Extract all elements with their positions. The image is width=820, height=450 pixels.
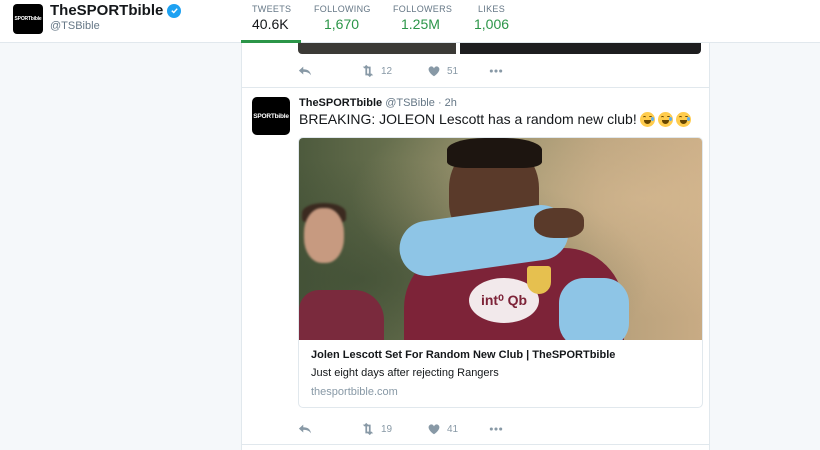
tweet-author-handle[interactable]: @TSBible (385, 97, 435, 109)
tweet-avatar[interactable]: SPORTbible (252, 97, 290, 135)
retweet-count: 19 (381, 423, 393, 435)
more-dots-icon (489, 427, 503, 431)
retweet-button[interactable]: 19 (361, 422, 427, 436)
profile-name[interactable]: TheSPORTbible (50, 2, 163, 19)
profile-name-row: TheSPORTbible (50, 2, 182, 19)
stat-label: TWEETS (252, 4, 292, 14)
tweet-header: TheSPORTbible @TSBible · 2h (299, 97, 457, 109)
joy-emoji-icon (657, 111, 673, 127)
profile-nav: SPORTbible TheSPORTbible @TSBible TWEETS… (0, 0, 820, 43)
reply-icon (298, 66, 312, 76)
stat-value: 1,670 (324, 16, 360, 32)
heart-icon (428, 66, 440, 77)
retweet-button[interactable]: 12 (361, 64, 427, 78)
like-count: 41 (447, 423, 459, 435)
reply-button[interactable] (298, 64, 361, 78)
tweet-author-name[interactable]: TheSPORTbible (299, 97, 382, 109)
stat-label: LIKES (478, 4, 506, 14)
avatar-logo-text: SPORTbible (253, 112, 289, 120)
tweet-divider (242, 444, 709, 445)
link-card[interactable]: int⁰ Qb Jolen Lescott Set For Random New… (298, 137, 703, 408)
like-button[interactable]: 51 (427, 64, 489, 78)
retweet-icon (362, 64, 374, 78)
avatar-logo-text: SPORTbible (14, 16, 42, 22)
club-crest (527, 266, 551, 294)
stat-value: 40.6K (252, 16, 289, 32)
more-button[interactable] (489, 64, 503, 78)
card-description: Just eight days after rejecting Rangers (311, 367, 499, 379)
like-button[interactable]: 41 (427, 422, 489, 436)
media-image[interactable] (460, 43, 701, 54)
stat-value: 1,006 (474, 16, 510, 32)
retweet-icon (362, 422, 374, 436)
joy-emoji-icon (639, 111, 655, 127)
stat-followers[interactable]: FOLLOWERS 1.25M (393, 4, 452, 32)
reply-button[interactable] (298, 422, 361, 436)
retweet-count: 12 (381, 65, 393, 77)
profile-handle: @TSBible (50, 20, 100, 32)
stat-label: FOLLOWERS (393, 4, 453, 14)
previous-tweet-actions: 12 51 (298, 64, 503, 78)
stat-likes[interactable]: LIKES 1,006 (474, 4, 509, 32)
timeline: 12 51 SPORTbible TheSPORTbible @TSBible … (241, 43, 710, 450)
tweet-actions: 19 41 (298, 422, 503, 436)
heart-icon (428, 424, 440, 435)
stat-value: 1.25M (401, 16, 440, 32)
like-count: 51 (447, 65, 459, 77)
tweet-timestamp[interactable]: · 2h (438, 97, 457, 109)
stat-following[interactable]: FOLLOWING 1,670 (314, 4, 371, 32)
tweet-divider (242, 87, 709, 88)
card-url[interactable]: thesportbible.com (311, 386, 398, 398)
card-image[interactable]: int⁰ Qb (299, 138, 702, 340)
verified-badge-icon (167, 3, 182, 18)
more-button[interactable] (489, 422, 503, 436)
profile-avatar[interactable]: SPORTbible (13, 4, 43, 34)
stat-tweets[interactable]: TWEETS 40.6K (252, 4, 291, 32)
previous-tweet-media[interactable] (298, 43, 701, 54)
media-image[interactable] (298, 43, 456, 54)
joy-emoji-icon (675, 111, 691, 127)
tweet-text: BREAKING: JOLEON Lescott has a random ne… (299, 111, 637, 127)
card-title[interactable]: Jolen Lescott Set For Random New Club | … (311, 349, 615, 361)
tweet-text-row: BREAKING: JOLEON Lescott has a random ne… (299, 111, 691, 127)
more-dots-icon (489, 69, 503, 73)
reply-icon (298, 424, 312, 434)
stat-label: FOLLOWING (314, 4, 371, 14)
